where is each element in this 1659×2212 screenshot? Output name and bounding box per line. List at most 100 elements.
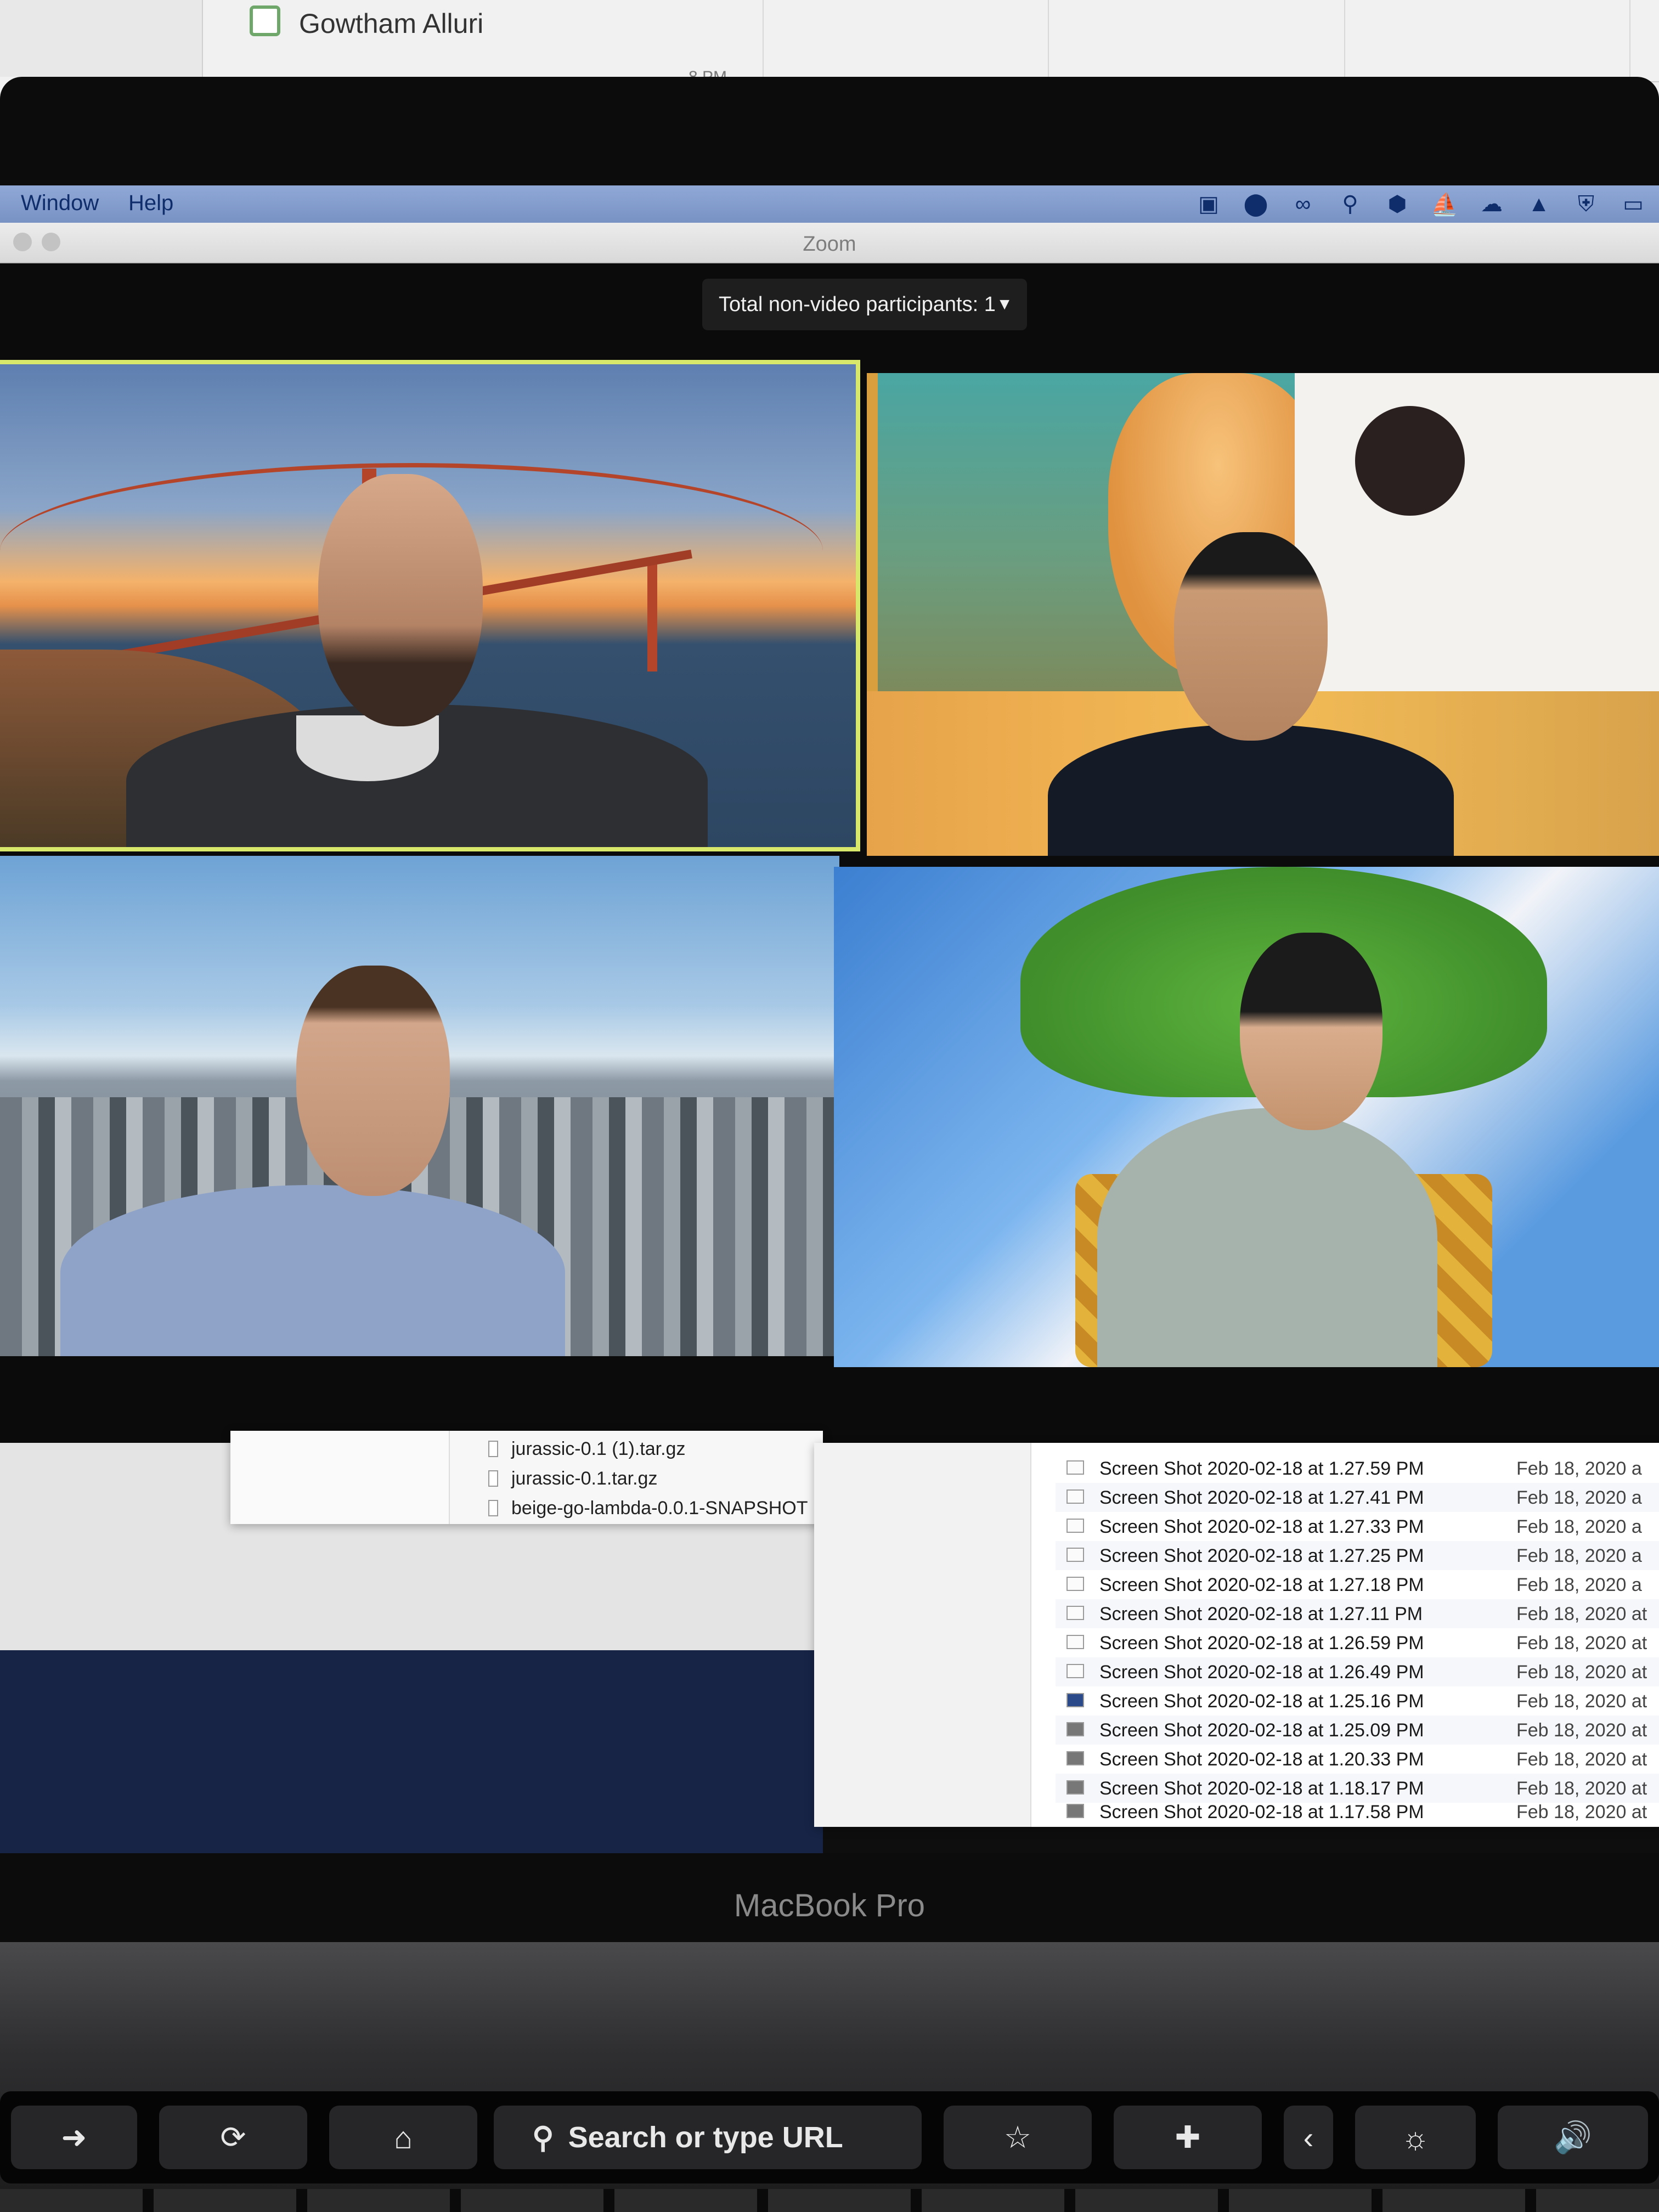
file-name: Screen Shot 2020-02-18 at 1.20.33 PM — [1099, 1749, 1424, 1770]
file-date: Feb 18, 2020 at — [1516, 1749, 1647, 1770]
add-icon[interactable]: ✚ — [1114, 2106, 1262, 2169]
video-tile-3[interactable] — [0, 856, 839, 1356]
screenshot-row[interactable]: Screen Shot 2020-02-18 at 1.27.25 PM Feb … — [1056, 1541, 1659, 1570]
image-file-icon — [1066, 1489, 1084, 1504]
menu-help[interactable]: Help — [128, 191, 173, 216]
file-name: Screen Shot 2020-02-18 at 1.25.16 PM — [1099, 1691, 1424, 1712]
file-row[interactable]: beige-go-lambda-0.0.1-SNAPSHOT — [488, 1498, 808, 1519]
file-date: Feb 18, 2020 a — [1516, 1487, 1642, 1508]
video-tile-1[interactable] — [0, 360, 860, 851]
search-icon: ⚲ — [532, 2121, 554, 2154]
participant-head — [1174, 532, 1328, 741]
screenshot-row[interactable]: Screen Shot 2020-02-18 at 1.25.16 PM Feb … — [1056, 1686, 1659, 1716]
circle-icon[interactable]: ⬤ — [1241, 189, 1271, 219]
image-file-icon — [1066, 1693, 1084, 1707]
participant-body — [60, 1185, 565, 1356]
status-icons: ▣ ⬤ ∞ ⚲ ⬢ ⛵ ☁ ▲ ⛨ ▭ — [1194, 189, 1659, 219]
file-date: Feb 18, 2020 at — [1516, 1633, 1647, 1654]
archive-file-icon — [488, 1441, 498, 1457]
url-search-placeholder: Search or type URL — [568, 2121, 843, 2154]
participant-head — [296, 966, 450, 1196]
dog-nose — [1355, 406, 1465, 516]
screenshot-row[interactable]: Screen Shot 2020-02-18 at 1.27.33 PM Feb … — [1056, 1512, 1659, 1541]
file-name: Screen Shot 2020-02-18 at 1.27.41 PM — [1099, 1487, 1424, 1508]
photo-root: Gowtham Alluri 8 PM Window Help ▣ ⬤ ∞ ⚲ … — [0, 0, 1659, 2212]
file-date: Feb 18, 2020 at — [1516, 1691, 1647, 1712]
screenshot-row[interactable]: Screen Shot 2020-02-18 at 1.26.49 PM Feb … — [1056, 1657, 1659, 1686]
file-date: Feb 18, 2020 at — [1516, 1604, 1647, 1624]
non-video-participants-dropdown[interactable]: Total non-video participants: 1 ▼ — [702, 279, 1027, 330]
participant-head — [318, 474, 483, 726]
file-date: Feb 18, 2020 a — [1516, 1458, 1642, 1479]
bridge-tower — [647, 562, 657, 672]
archive-file-icon — [488, 1470, 498, 1487]
file-name: Screen Shot 2020-02-18 at 1.17.58 PM — [1099, 1802, 1424, 1822]
file-date: Feb 18, 2020 at — [1516, 1802, 1647, 1822]
file-name: jurassic-0.1.tar.gz — [511, 1468, 658, 1489]
star-icon[interactable]: ☆ — [944, 2106, 1092, 2169]
downloads-finder-window: jurassic-0.1 (1).tar.gz jurassic-0.1.tar… — [230, 1431, 823, 1524]
image-file-icon — [1066, 1664, 1084, 1678]
boat-icon[interactable]: ▲ — [1524, 189, 1554, 219]
zoom-titlebar: Zoom — [0, 223, 1659, 263]
laptop-screen: Window Help ▣ ⬤ ∞ ⚲ ⬢ ⛵ ☁ ▲ ⛨ ▭ Zoom Tot… — [0, 185, 1659, 1853]
volume-icon[interactable]: 🔊 — [1498, 2106, 1648, 2169]
video-tile-4[interactable] — [834, 867, 1659, 1367]
file-row[interactable]: jurassic-0.1.tar.gz — [488, 1468, 657, 1489]
participant-body — [1097, 1108, 1437, 1367]
image-file-icon — [1066, 1635, 1084, 1649]
image-file-icon — [1066, 1548, 1084, 1562]
dog — [1295, 373, 1659, 702]
file-date: Feb 18, 2020 a — [1516, 1575, 1642, 1595]
attendee-checkbox[interactable] — [250, 5, 280, 36]
image-file-icon — [1066, 1722, 1084, 1736]
magnifier-icon[interactable]: ⚲ — [1335, 189, 1365, 219]
keyboard-keys — [0, 2189, 1659, 2212]
file-name: Screen Shot 2020-02-18 at 1.18.17 PM — [1099, 1778, 1424, 1799]
screenshot-row[interactable]: Screen Shot 2020-02-18 at 1.25.09 PM Feb … — [1056, 1716, 1659, 1745]
file-name: Screen Shot 2020-02-18 at 1.25.09 PM — [1099, 1720, 1424, 1741]
screenshots-finder-window: Screen Shot 2020-02-18 at 1.27.59 PM Feb … — [814, 1443, 1659, 1827]
participants-label: Total non-video participants: 1 — [719, 292, 996, 316]
calendar-sidebar — [0, 0, 203, 77]
menu-window[interactable]: Window — [21, 191, 99, 216]
file-date: Feb 18, 2020 a — [1516, 1516, 1642, 1537]
attendee-name: Gowtham Alluri — [299, 8, 484, 39]
image-file-icon — [1066, 1460, 1084, 1475]
image-file-icon — [1066, 1519, 1084, 1533]
shield-icon[interactable]: ⛨ — [1571, 189, 1601, 219]
participant-head — [1240, 933, 1383, 1130]
screenshot-row[interactable]: Screen Shot 2020-02-18 at 1.17.58 PM Feb … — [1056, 1797, 1659, 1826]
participant-shirt — [296, 715, 439, 781]
screenshot-row[interactable]: Screen Shot 2020-02-18 at 1.20.33 PM Feb … — [1056, 1745, 1659, 1774]
macbook-pro-label: MacBook Pro — [733, 1888, 926, 1923]
arrow-right-icon[interactable]: ➜ — [11, 2106, 137, 2169]
glasses-icon[interactable]: ∞ — [1288, 189, 1318, 219]
brightness-icon[interactable]: ☼ — [1355, 2106, 1476, 2169]
screenshot-row[interactable]: Screen Shot 2020-02-18 at 1.27.11 PM Feb … — [1056, 1599, 1659, 1628]
airplay-icon[interactable]: ▭ — [1618, 189, 1648, 219]
chevron-left-icon[interactable]: ‹ — [1284, 2106, 1333, 2169]
cube-icon[interactable]: ⬢ — [1383, 189, 1412, 219]
docker-icon[interactable]: ⛵ — [1430, 189, 1459, 219]
file-name: Screen Shot 2020-02-18 at 1.27.11 PM — [1099, 1604, 1423, 1624]
video-tile-2[interactable] — [867, 373, 1659, 856]
caret-down-icon: ▼ — [996, 295, 1013, 313]
screenshot-row[interactable]: Screen Shot 2020-02-18 at 1.27.18 PM Feb … — [1056, 1570, 1659, 1599]
screenshot-row[interactable]: Screen Shot 2020-02-18 at 1.27.41 PM Feb … — [1056, 1483, 1659, 1512]
screenshot-row[interactable]: Screen Shot 2020-02-18 at 1.26.59 PM Feb … — [1056, 1628, 1659, 1657]
url-search-field[interactable]: ⚲ Search or type URL — [494, 2106, 922, 2169]
reload-icon[interactable]: ⟳ — [159, 2106, 307, 2169]
cloud-icon[interactable]: ☁ — [1477, 189, 1506, 219]
file-name: Screen Shot 2020-02-18 at 1.27.25 PM — [1099, 1545, 1424, 1566]
touch-bar: ➜ ⟳ ⌂ ⚲ Search or type URL ☆ ✚ ‹ ☼ 🔊 — [0, 2091, 1659, 2183]
video-camera-icon[interactable]: ▣ — [1194, 189, 1223, 219]
file-name: beige-go-lambda-0.0.1-SNAPSHOT — [511, 1498, 808, 1519]
screenshot-row[interactable]: Screen Shot 2020-02-18 at 1.27.59 PM Feb … — [1056, 1454, 1659, 1483]
image-file-icon — [1066, 1577, 1084, 1591]
file-row[interactable]: jurassic-0.1 (1).tar.gz — [488, 1438, 685, 1460]
window-title: Zoom — [803, 233, 856, 256]
image-file-icon — [1066, 1751, 1084, 1765]
home-icon[interactable]: ⌂ — [329, 2106, 477, 2169]
file-name: jurassic-0.1 (1).tar.gz — [511, 1438, 686, 1459]
